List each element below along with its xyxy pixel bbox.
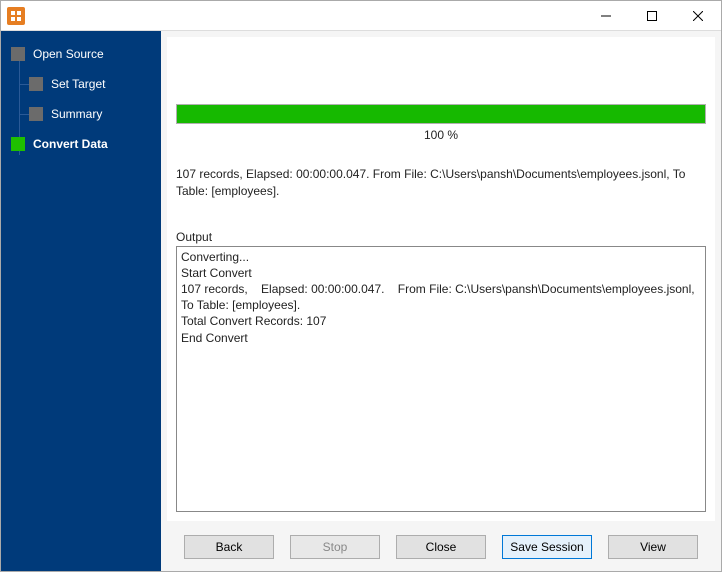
titlebar-left [1, 7, 25, 25]
sidebar-item-label: Summary [51, 107, 102, 121]
minimize-button[interactable] [583, 1, 629, 30]
content-area: Open Source Set Target Summary Convert D… [1, 31, 721, 571]
close-window-button[interactable] [675, 1, 721, 30]
main-panel: 100 % 107 records, Elapsed: 00:00:00.047… [161, 31, 721, 571]
output-textarea[interactable]: Converting... Start Convert 107 records,… [176, 246, 706, 512]
sidebar-item-label: Open Source [33, 47, 104, 61]
sidebar-item-set-target[interactable]: Set Target [1, 69, 161, 99]
close-button[interactable]: Close [396, 535, 486, 559]
back-button[interactable]: Back [184, 535, 274, 559]
output-label: Output [176, 230, 706, 244]
app-icon [7, 7, 25, 25]
stop-button[interactable]: Stop [290, 535, 380, 559]
app-window: Open Source Set Target Summary Convert D… [0, 0, 722, 572]
sidebar: Open Source Set Target Summary Convert D… [1, 31, 161, 571]
sidebar-item-label: Convert Data [33, 137, 108, 151]
sidebar-item-open-source[interactable]: Open Source [1, 39, 161, 69]
step-box-icon [29, 77, 43, 91]
save-session-button[interactable]: Save Session [502, 535, 592, 559]
sidebar-item-convert-data[interactable]: Convert Data [1, 129, 161, 159]
step-box-icon [11, 47, 25, 61]
window-controls [583, 1, 721, 30]
progress-percent-label: 100 % [176, 128, 706, 142]
titlebar [1, 1, 721, 31]
sidebar-item-label: Set Target [51, 77, 105, 91]
progress-area: 100 % [176, 104, 706, 142]
main-body: 100 % 107 records, Elapsed: 00:00:00.047… [167, 37, 715, 521]
maximize-button[interactable] [629, 1, 675, 30]
progress-fill [177, 105, 705, 123]
button-row: Back Stop Close Save Session View [161, 527, 721, 571]
status-line: 107 records, Elapsed: 00:00:00.047. From… [176, 166, 706, 200]
step-box-icon [29, 107, 43, 121]
sidebar-item-summary[interactable]: Summary [1, 99, 161, 129]
progress-bar [176, 104, 706, 124]
view-button[interactable]: View [608, 535, 698, 559]
step-box-icon [11, 137, 25, 151]
